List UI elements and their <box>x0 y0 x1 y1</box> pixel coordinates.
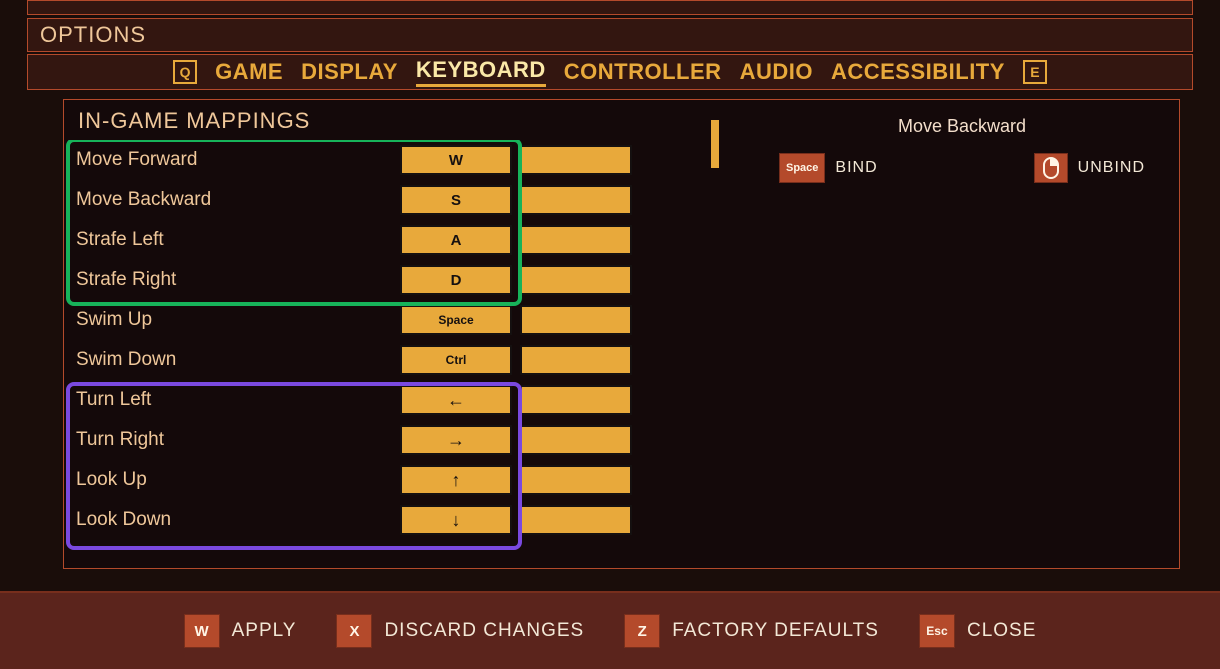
primary-bind-slot[interactable]: A <box>400 225 512 255</box>
secondary-bind-slot[interactable] <box>520 145 632 175</box>
tab-accessibility[interactable]: ACCESSIBILITY <box>831 59 1005 85</box>
bind-label: BIND <box>835 159 877 177</box>
tab-keyboard[interactable]: KEYBOARD <box>416 57 546 87</box>
primary-bind-slot[interactable]: S <box>400 185 512 215</box>
primary-bind-slot[interactable]: ← <box>400 385 512 415</box>
close-button[interactable]: Esc CLOSE <box>919 614 1036 648</box>
secondary-bind-slot[interactable] <box>520 505 632 535</box>
tab-bar: Q GAME DISPLAY KEYBOARD CONTROLLER AUDIO ACCE… <box>27 54 1193 90</box>
unbind-label: UNBIND <box>1078 159 1145 177</box>
tab-display[interactable]: DISPLAY <box>301 59 398 85</box>
mapping-row: Strafe Right D <box>66 260 709 300</box>
unbind-action[interactable]: UNBIND <box>1034 153 1145 183</box>
detail-column: Move Backward Space BIND <box>709 100 1179 568</box>
secondary-bind-slot[interactable] <box>520 265 632 295</box>
mappings-column: IN-GAME MAPPINGS Move Forward W Move Backw… <box>64 100 709 568</box>
primary-bind-slot[interactable]: Space <box>400 305 512 335</box>
tab-controller[interactable]: CONTROLLER <box>564 59 722 85</box>
mapping-row: Move Backward S <box>66 180 709 220</box>
scrollbar-thumb[interactable] <box>711 120 719 168</box>
primary-bind-slot[interactable]: ↑ <box>400 465 512 495</box>
secondary-bind-slot[interactable] <box>520 425 632 455</box>
apply-key-icon: W <box>184 614 220 648</box>
mapping-name: Strafe Left <box>76 229 392 251</box>
mapping-name: Move Forward <box>76 149 392 171</box>
discard-label: DISCARD CHANGES <box>384 620 584 642</box>
defaults-button[interactable]: Z FACTORY DEFAULTS <box>624 614 879 648</box>
bind-action[interactable]: Space BIND <box>779 153 878 183</box>
apply-label: APPLY <box>232 620 297 642</box>
secondary-bind-slot[interactable] <box>520 305 632 335</box>
bind-key-icon: Space <box>779 153 825 183</box>
discard-button[interactable]: X DISCARD CHANGES <box>336 614 584 648</box>
tab-prev-key-icon[interactable]: Q <box>173 60 197 84</box>
mapping-row: Swim Up Space <box>66 300 709 340</box>
detail-title: Move Backward <box>769 116 1155 137</box>
mapping-name: Swim Down <box>76 349 392 371</box>
discard-key-icon: X <box>336 614 372 648</box>
mapping-name: Move Backward <box>76 189 392 211</box>
mapping-name: Turn Right <box>76 429 392 451</box>
mapping-name: Swim Up <box>76 309 392 331</box>
tab-next-key-icon[interactable]: E <box>1023 60 1047 84</box>
defaults-label: FACTORY DEFAULTS <box>672 620 879 642</box>
top-strip <box>27 0 1193 15</box>
close-key-icon: Esc <box>919 614 955 648</box>
page-title: OPTIONS <box>40 22 146 48</box>
primary-bind-slot[interactable]: Ctrl <box>400 345 512 375</box>
primary-bind-slot[interactable]: ↓ <box>400 505 512 535</box>
secondary-bind-slot[interactable] <box>520 465 632 495</box>
primary-bind-slot[interactable]: → <box>400 425 512 455</box>
mapping-row: Look Up ↑ <box>66 460 709 500</box>
mapping-name: Strafe Right <box>76 269 392 291</box>
secondary-bind-slot[interactable] <box>520 185 632 215</box>
secondary-bind-slot[interactable] <box>520 225 632 255</box>
close-label: CLOSE <box>967 620 1036 642</box>
defaults-key-icon: Z <box>624 614 660 648</box>
secondary-bind-slot[interactable] <box>520 345 632 375</box>
secondary-bind-slot[interactable] <box>520 385 632 415</box>
mapping-row: Turn Left ← <box>66 380 709 420</box>
primary-bind-slot[interactable]: W <box>400 145 512 175</box>
mapping-row: Move Forward W <box>66 140 709 180</box>
mapping-row: Look Down ↓ <box>66 500 709 540</box>
mapping-row: Swim Down Ctrl <box>66 340 709 380</box>
mapping-name: Look Up <box>76 469 392 491</box>
mapping-row: Strafe Left A <box>66 220 709 260</box>
mouse-icon <box>1034 153 1068 183</box>
tab-game[interactable]: GAME <box>215 59 283 85</box>
tab-audio[interactable]: AUDIO <box>740 59 813 85</box>
mapping-row: Turn Right → <box>66 420 709 460</box>
primary-bind-slot[interactable]: D <box>400 265 512 295</box>
header-bar: OPTIONS <box>27 18 1193 52</box>
footer-bar: W APPLY X DISCARD CHANGES Z FACTORY DEFA… <box>0 591 1220 669</box>
scrollbar[interactable] <box>711 120 719 558</box>
mapping-name: Look Down <box>76 509 392 531</box>
mappings-list: Move ForwardWMove BackwardSStrafe LeftAS… <box>64 140 709 540</box>
section-title: IN-GAME MAPPINGS <box>78 108 709 134</box>
mapping-name: Turn Left <box>76 389 392 411</box>
main-panel: IN-GAME MAPPINGS Move Forward W Move Backw… <box>63 99 1180 569</box>
apply-button[interactable]: W APPLY <box>184 614 297 648</box>
